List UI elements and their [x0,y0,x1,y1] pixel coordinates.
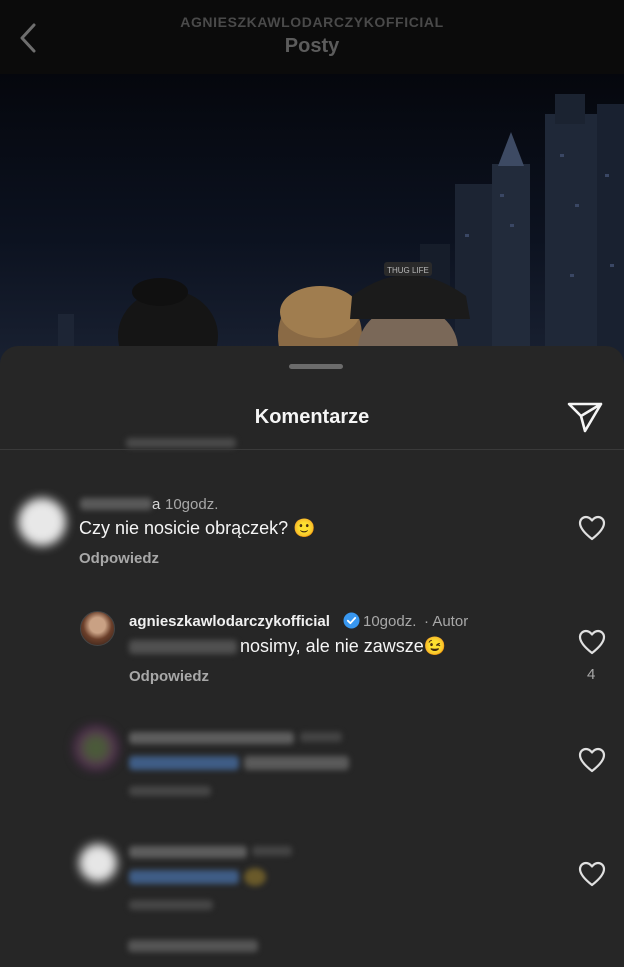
heart-icon[interactable] [578,629,606,655]
reply-button[interactable]: Odpowiedz [129,668,209,685]
verified-badge-icon [343,612,360,629]
heart-icon[interactable] [578,861,606,887]
blurred-avatar[interactable] [79,844,117,882]
blurred-username [80,498,152,510]
blurred-username [129,846,247,858]
sheet-divider [0,449,624,450]
cap-text: THUG LIFE [387,266,429,275]
author-username[interactable]: agnieszkawlodarczykofficial [129,613,330,630]
city-skyline-image: THUG LIFE [58,94,624,374]
page-title: Posty [284,35,340,57]
blurred-text [244,756,349,770]
drag-handle[interactable] [289,364,343,369]
blurred-time [300,732,342,742]
top-header: AGNIESZKAWLODARCZYKOFFICIAL Posty [0,0,624,74]
heart-icon[interactable] [578,747,606,773]
like-count: 4 [587,666,596,683]
reply-button[interactable]: Odpowiedz [79,550,159,567]
blurred-mention [129,756,239,770]
comment-username-tail[interactable]: a [152,496,160,513]
send-icon[interactable] [566,400,604,434]
author-avatar[interactable] [80,611,115,646]
blurred-username [129,732,294,744]
blurred-emoji [244,868,266,886]
reply-text: nosimy, ale nie zawsze😉 [240,636,447,656]
sheet-title: Komentarze [254,406,370,428]
blurred-reply [129,900,213,910]
comment-time: 10godz. [165,496,219,513]
comment-avatar[interactable] [18,498,66,546]
blurred-mention [129,640,237,654]
blurred-reply [129,786,211,796]
blurred-mention [129,870,239,884]
blurred-avatar[interactable] [74,726,118,770]
heart-icon[interactable] [578,515,606,541]
blurred-time [252,846,292,856]
author-tag: · Autor [424,613,469,630]
blurred-more-replies[interactable] [128,940,258,952]
comment-text: Czy nie nosicie obrączek? 🙂 [79,518,316,538]
post-photo: THUG LIFE [0,74,624,374]
previous-comment-fragment [126,438,236,448]
header-username[interactable]: AGNIESZKAWLODARCZYKOFFICIAL [0,14,624,30]
comments-sheet: Komentarze a 10godz. Czy nie nosicie obr… [0,346,624,967]
reply-time: 10godz. [363,613,417,630]
